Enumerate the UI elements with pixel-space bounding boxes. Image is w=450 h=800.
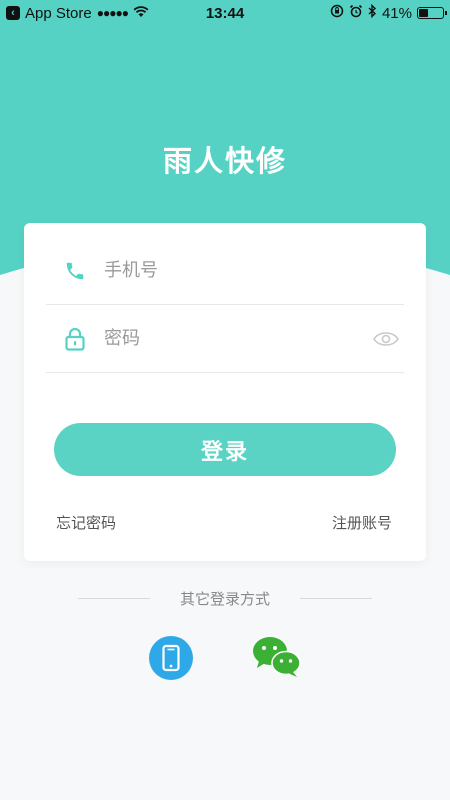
phone-field — [46, 237, 404, 305]
phone-icon — [64, 260, 86, 282]
app-title: 雨人快修 — [162, 144, 287, 178]
rotation-lock-icon — [330, 4, 344, 22]
wifi-icon — [133, 5, 149, 22]
status-time: 13:44 — [205, 4, 245, 22]
other-login-divider: 其它登录方式 — [78, 588, 372, 608]
password-input[interactable] — [104, 328, 354, 349]
phone-input[interactable] — [104, 260, 354, 281]
eye-icon[interactable] — [372, 329, 400, 349]
wechat-login-button[interactable] — [251, 634, 303, 680]
status-right: 41% — [330, 3, 447, 22]
login-button[interactable]: 登录 — [54, 423, 396, 476]
status-bar: ‹ App Store ●●●●● 13:44 41% — [0, 0, 450, 26]
signal-icon: ●●●●● — [96, 6, 129, 20]
battery-level — [419, 9, 429, 17]
login-card: 登录 忘记密码 注册账号 — [24, 223, 426, 561]
lock-icon — [64, 327, 86, 351]
status-left: ‹ App Store ●●●●● — [6, 5, 149, 22]
back-chevron-icon[interactable]: ‹ — [6, 6, 20, 20]
bluetooth-icon — [368, 3, 377, 22]
other-login-label: 其它登录方式 — [179, 589, 270, 608]
battery-percent: 41% — [381, 4, 412, 22]
back-app-label[interactable]: App Store — [25, 5, 92, 22]
forgot-password-link[interactable]: 忘记密码 — [56, 512, 116, 533]
battery-icon — [417, 7, 447, 19]
divider-line-right — [299, 597, 372, 599]
mobile-login-button[interactable] — [149, 636, 193, 680]
password-field — [46, 305, 404, 373]
wechat-icon — [253, 637, 301, 677]
alarm-icon — [349, 4, 363, 22]
mobile-icon — [149, 636, 193, 680]
register-account-link[interactable]: 注册账号 — [332, 512, 392, 533]
divider-line-left — [78, 597, 150, 599]
